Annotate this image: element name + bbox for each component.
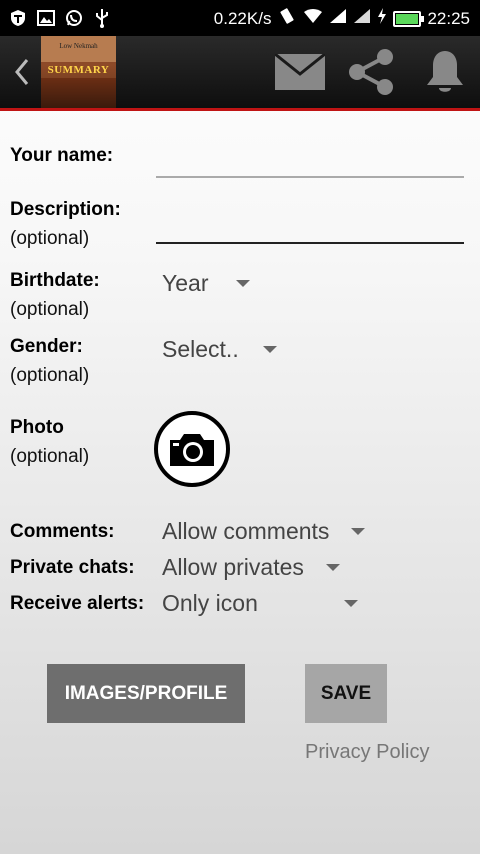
signal-icon [353,8,371,29]
usb-icon [92,8,112,28]
dropdown-caret-icon [325,563,340,571]
receive-alerts-label: Receive alerts: [10,593,145,614]
network-speed: 0.22K/s [213,8,272,28]
comments-label: Comments: [10,521,115,542]
name-label: Your name: [10,145,114,166]
gender-value: Select.. [162,335,239,362]
gender-label: Gender: (optional) [10,336,90,386]
photo-label: Photo (optional) [10,417,90,467]
battery-icon [393,10,425,27]
mail-icon[interactable] [274,50,326,94]
book-cover-image[interactable]: Low Nekmah SUMMARY [41,36,116,108]
gender-select[interactable]: Select.. [162,334,277,364]
private-chats-select[interactable]: Allow privates [162,552,340,582]
name-input[interactable] [156,176,464,178]
clock: 22:25 [427,8,470,28]
save-button[interactable]: SAVE [305,664,387,723]
comments-select[interactable]: Allow comments [162,516,366,546]
dropdown-caret-icon [351,527,366,535]
photo-optional: (optional) [10,446,90,467]
birthdate-optional: (optional) [10,299,90,320]
back-icon[interactable] [10,54,34,90]
vibrate-icon [277,7,297,30]
book-cover-author: Low Nekmah [59,42,98,50]
images-profile-button[interactable]: IMAGES/PROFILE [47,664,245,723]
signal-icon [329,8,347,29]
shield-t-icon [8,8,28,28]
photo-camera-button[interactable] [154,411,230,487]
wifi-icon [303,8,323,29]
private-chats-value: Allow privates [162,553,304,580]
privacy-policy-link[interactable]: Privacy Policy [305,741,429,764]
camera-icon [170,434,214,466]
book-cover-title: SUMMARY [47,64,110,76]
bell-icon[interactable] [422,50,468,94]
share-icon[interactable] [346,49,398,95]
description-input[interactable] [156,242,464,244]
private-chats-label: Private chats: [10,557,135,578]
receive-alerts-select[interactable]: Only icon [162,588,358,618]
dropdown-caret-icon [236,279,251,287]
birthdate-label: Birthdate: (optional) [10,270,100,320]
action-bar: Low Nekmah SUMMARY [0,36,480,111]
gender-optional: (optional) [10,365,90,386]
receive-alerts-value: Only icon [162,589,258,616]
dropdown-caret-icon [262,345,277,353]
description-label: Description: (optional) [10,199,121,249]
status-bar: 0.22K/s 22:25 [0,0,480,36]
image-icon [36,8,56,28]
comments-value: Allow comments [162,517,330,544]
charging-icon [377,7,387,30]
birthdate-select[interactable]: Year [162,268,251,298]
description-optional: (optional) [10,228,90,249]
dropdown-caret-icon [343,599,358,607]
whatsapp-icon [64,8,84,28]
birthdate-value: Year [162,269,209,296]
